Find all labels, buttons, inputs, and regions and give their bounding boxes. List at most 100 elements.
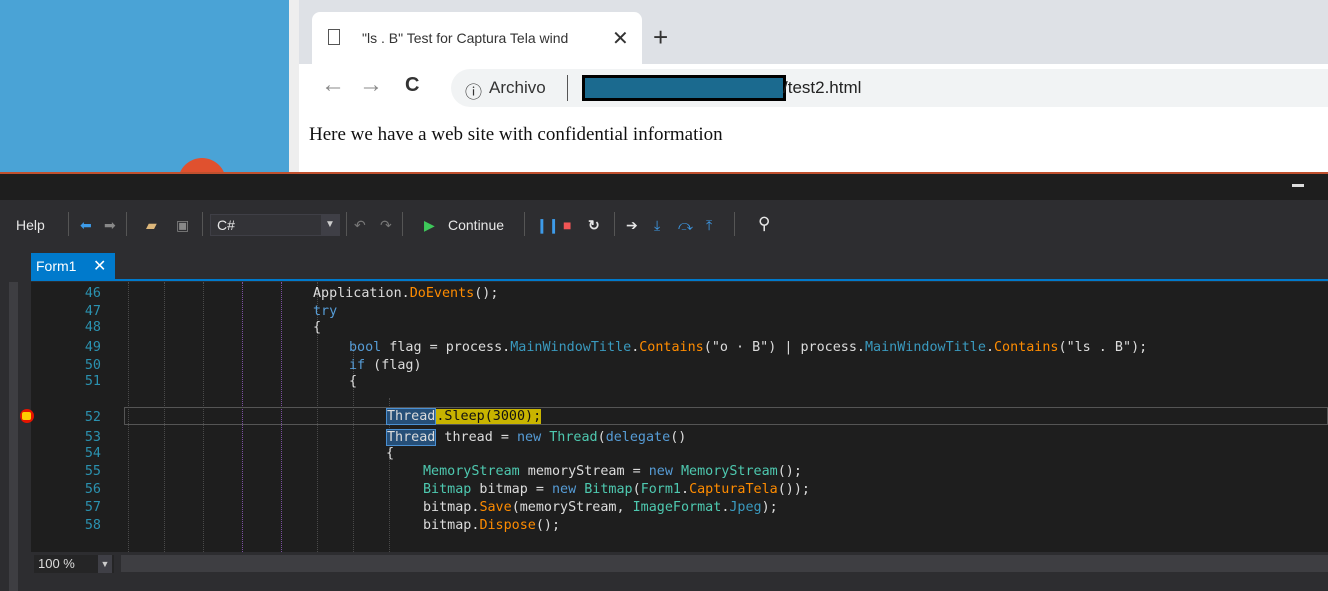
redo-icon[interactable]: ↷ [380,217,392,234]
code-token: new [552,482,577,497]
show-next-statement-icon[interactable]: ➔ [626,217,638,234]
minimize-button[interactable] [1292,184,1304,187]
chevron-down-icon: ▼ [321,215,339,235]
forward-button[interactable]: → [359,71,383,99]
reload-button[interactable]: C [405,74,419,97]
continue-play-icon[interactable]: ▶ [424,217,435,234]
code-token: Dispose [479,518,536,533]
code-token: flag = process. [381,340,511,355]
code-line-51: { [349,374,358,389]
code-token: (); [474,286,499,301]
redacted-url [582,75,786,101]
code-token: Save [479,500,512,515]
editor-status-strip: 100 % ▼ [31,552,1328,575]
menu-help[interactable]: Help [16,217,45,233]
code-line-58: bitmap.Dispose(); [423,518,560,533]
code-line-56: Bitmap bitmap = new Bitmap(Form1.Captura… [423,482,810,497]
code-line-53: Thread thread = new Thread(delegate() [386,429,687,446]
zoom-select[interactable]: 100 % ▼ [34,555,114,573]
tab-close-icon[interactable]: ✕ [612,26,629,51]
save-icon[interactable]: ▣ [176,217,189,234]
current-line-highlight [124,407,1328,425]
code-token: Bitmap [584,482,633,497]
ide-titlebar [0,172,1328,200]
line-number: 49 [84,340,101,355]
new-tab-button[interactable]: + [653,24,668,50]
page-content: Here we have a web site with confidentia… [309,124,723,145]
pause-icon[interactable]: ❙❙ [536,217,559,234]
code-token: ( [1058,340,1067,355]
code-token: ) | process. [768,340,865,355]
continue-button[interactable]: Continue [448,217,504,233]
code-token: ( [703,340,712,355]
undo-icon[interactable]: ↶ [354,217,366,234]
code-token: Thread [549,430,598,445]
code-token: MemoryStream [681,464,778,479]
toolbar-separator [402,212,403,236]
code-token: Form1 [640,482,681,497]
tab-underline [31,279,1328,281]
info-icon[interactable]: ⓘ [465,78,482,103]
code-token: if [349,358,366,373]
line-number: 48 [84,320,101,335]
navigate-forward-icon[interactable]: ➡ [104,217,116,234]
find-icon[interactable]: ⚲ [758,214,770,234]
close-icon[interactable]: ✕ [93,256,106,276]
code-line-47: try [313,304,338,319]
code-token: Thread [386,408,437,425]
code-token: MemoryStream [423,464,520,479]
line-number: 47 [84,304,101,319]
desktop-background [0,0,289,206]
code-line-46: Application.DoEvents(); [313,286,498,301]
line-number: 50 [84,358,101,373]
open-file-icon[interactable]: ▰ [146,217,157,234]
language-value: C# [217,217,235,233]
code-line-57: bitmap.Save(memoryStream, ImageFormat.Jp… [423,500,778,515]
step-into-icon[interactable]: ⤓ [654,217,660,234]
back-button[interactable]: ← [321,71,345,99]
code-editor[interactable]: 46 47 48 49 50 51 52 53 54 55 56 57 58 A… [20,282,1328,552]
code-token: ); [1131,340,1148,355]
language-select[interactable]: C# ▼ [210,214,340,236]
browser-tab[interactable]: "ls . B" Test for Captura Tela wind ✕ [312,12,642,64]
code-token: delegate [605,430,671,445]
code-line-52: Thread.Sleep(3000); [386,408,542,425]
chevron-down-icon: ▼ [98,555,112,573]
code-token: memoryStream = [519,464,649,479]
step-out-icon[interactable]: ⤒ [706,217,712,234]
toolbar-separator [202,212,203,236]
restart-icon[interactable]: ↻ [588,217,600,234]
navigate-back-icon[interactable]: ⬅ [80,217,92,234]
scheme-label: Archivo [489,78,546,97]
code-token: bitmap. [423,518,480,533]
code-token: () [670,430,687,445]
code-token: Thread [386,429,437,446]
stop-icon[interactable]: ■ [563,217,571,233]
code-token: "o · B" [711,340,769,355]
code-token: MainWindowTitle [865,340,986,355]
code-line-50: if (flag) [349,358,422,373]
line-number: 57 [84,500,101,515]
code-token: (memoryStream, [511,500,633,515]
horizontal-scrollbar[interactable] [121,555,1328,572]
code-token: Application. [313,286,410,301]
code-token: bitmap = [471,482,552,497]
code-token: ImageFormat [632,500,722,515]
code-line-55: MemoryStream memoryStream = new MemorySt… [423,464,802,479]
line-number: 52 [84,410,101,425]
address-separator [567,75,568,101]
document-tab-form1[interactable]: Form1 ✕ [31,253,115,280]
code-line-49: bool flag = process.MainWindowTitle.Cont… [349,340,1147,355]
line-number: 55 [84,464,101,479]
code-token: . [681,482,690,497]
code-token: (); [777,464,802,479]
line-number: 51 [84,374,101,389]
step-over-icon[interactable]: ⤼ [678,217,693,234]
code-token: Jpeg [729,500,762,515]
left-panel-scrollbar[interactable] [9,282,18,591]
code-token: thread = [436,430,517,445]
toolbar-separator [614,212,615,236]
breakpoint-icon[interactable] [20,409,34,423]
address-bar[interactable]: ⓘ Archivo /test2.html [451,69,1328,107]
code-token: .Sleep(3000); [436,409,542,424]
